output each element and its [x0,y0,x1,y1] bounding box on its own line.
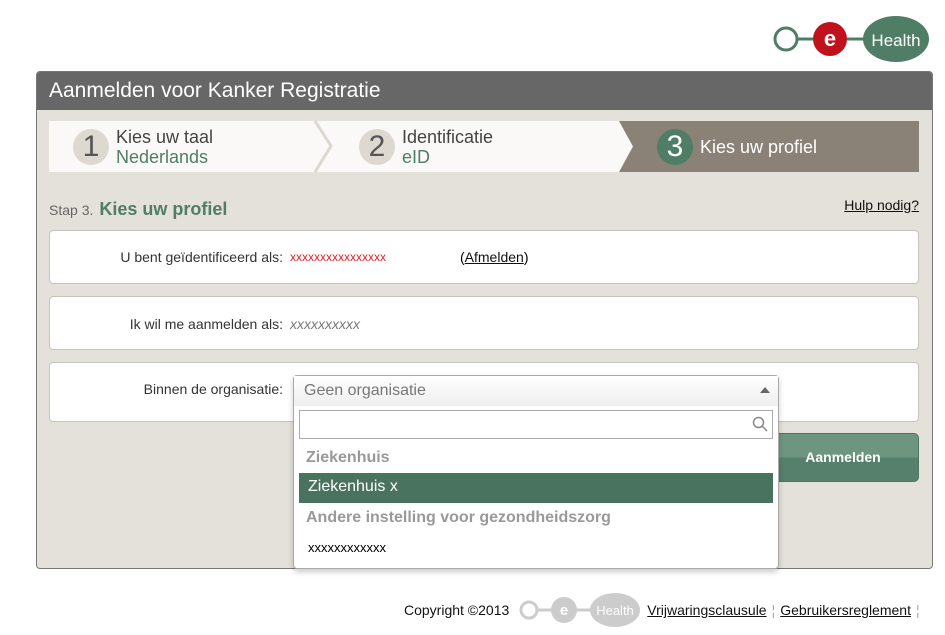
step-heading-title: Kies uw profiel [99,199,228,219]
step-value: Nederlands [116,146,209,167]
identified-value: xxxxxxxxxxxxxxxx [290,250,386,264]
profile-label: Ik wil me aanmelden als: [129,316,283,332]
organisation-dropdown[interactable]: Geen organisatie Ziekenhuis Ziekenhuis x… [293,375,779,569]
ehealth-footer-logo: e Health [519,593,641,627]
step-3-active: 3 Kies uw profiel [619,121,919,172]
step-2[interactable]: 2 Identificatie eID [329,121,619,172]
option-group-label: Andere instelling voor gezondheidszorg [306,509,611,526]
svg-text:e: e [824,26,836,51]
help-link[interactable]: Hulp nodig? [844,197,919,213]
organisation-select[interactable]: Geen organisatie [294,376,778,406]
organisation-label: Binnen de organisatie: [143,381,283,397]
caret-up-icon [760,387,770,393]
footer: Copyright ©2013 e Health Vrijwaringsclau… [404,593,925,627]
step-1[interactable]: 1 Kies uw taal Nederlands [49,121,333,172]
profile-row: Ik wil me aanmelden als: xxxxxxxxxx [49,296,919,350]
panel-title: Aanmelden voor Kanker Registratie [37,72,932,110]
terms-link[interactable]: Gebruikersreglement [780,602,911,618]
disclaimer-link[interactable]: Vrijwaringsclausule [647,602,766,618]
profile-value: xxxxxxxxxx [290,316,360,332]
submit-button[interactable]: Aanmelden [767,433,919,482]
option-item-highlighted[interactable]: Ziekenhuis x [299,473,773,503]
step-heading: Stap 3. Kies uw profiel [49,199,228,219]
logout-link[interactable]: Afmelden [465,249,524,265]
step-title: Identificatie [402,126,494,147]
step-number: 1 [73,128,109,165]
organisation-search-input[interactable] [300,411,772,438]
step-value: eID [402,146,431,167]
identified-row: U bent geïdentificeerd als: xxxxxxxxxxxx… [49,230,919,284]
step-progress: 1 Kies uw taal Nederlands 2 Identificatie… [49,121,919,172]
ehealth-logo: e Health [773,16,929,62]
svg-text:Health: Health [596,603,634,618]
step-number: 2 [359,128,395,165]
step-title: Kies uw profiel [700,136,818,157]
option-item[interactable]: xxxxxxxxxxxx [299,533,773,563]
svg-text:e: e [560,602,568,619]
search-icon [752,416,768,432]
dropdown-search [299,410,773,439]
option-group-label: Ziekenhuis [306,449,390,466]
svg-text:Health: Health [871,31,920,50]
step-title: Kies uw taal [116,126,214,147]
identified-label: U bent geïdentificeerd als: [120,249,283,265]
copyright: Copyright ©2013 [404,602,510,618]
step-number: 3 [657,128,693,165]
